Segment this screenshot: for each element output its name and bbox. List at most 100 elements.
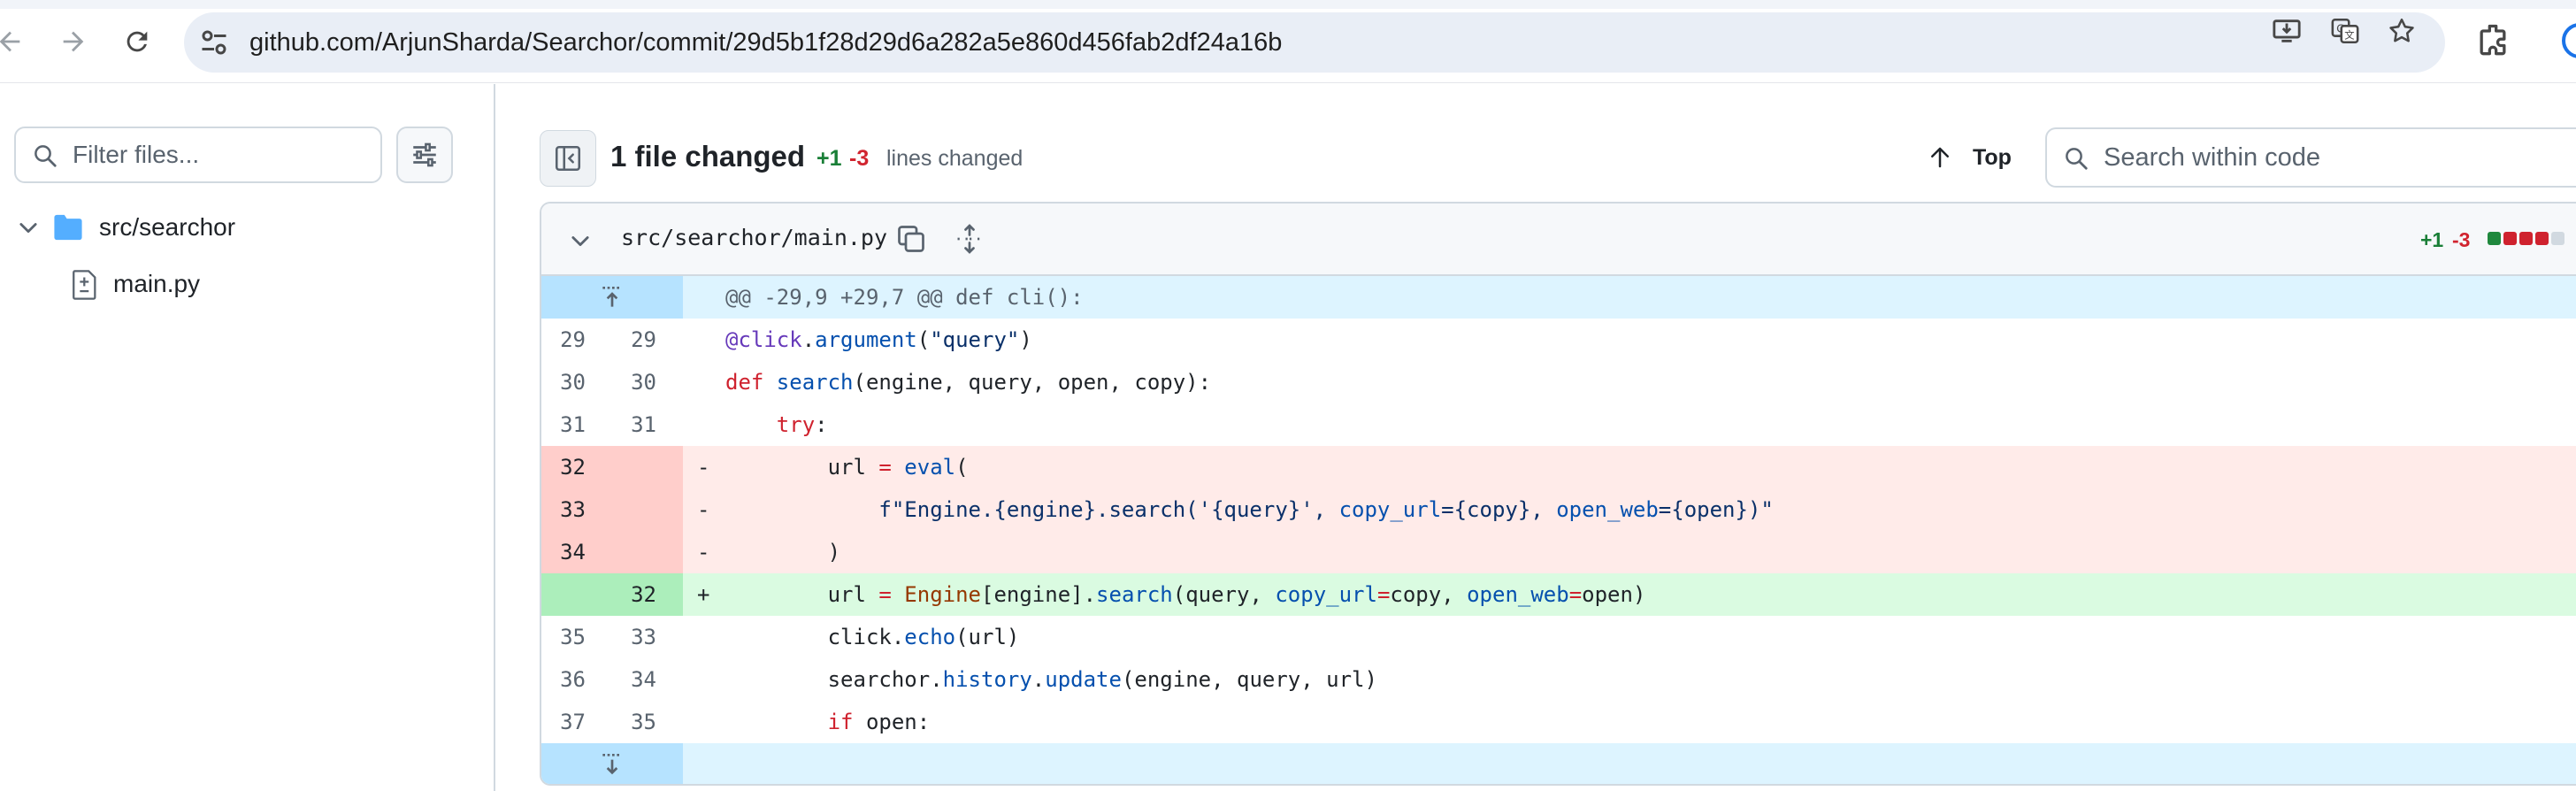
search-code-input[interactable] [2104,129,2564,186]
code-token: copy, [1390,582,1468,607]
diffstat-bar [2488,232,2564,245]
new-line-number[interactable]: 34 [612,658,683,701]
translate-icon: G 文 [2331,18,2359,44]
diff-row-deletion: 32 - url = eval( [541,446,2576,488]
install-app-button[interactable] [2270,14,2304,48]
diffstat-square [2535,232,2549,245]
reload-button[interactable] [117,21,157,62]
code-token: (engine, query, url) [1121,667,1377,692]
back-button[interactable] [0,21,30,62]
expand-down-gutter[interactable] [541,743,683,784]
code-token: search [1096,582,1173,607]
bookmark-button[interactable] [2385,14,2419,48]
new-line-number[interactable]: 32 [612,573,683,616]
code-token: searchor. [725,667,943,692]
old-line-number[interactable]: 37 [541,701,612,743]
expand-all-icon[interactable] [954,223,985,255]
code-token: argument [815,327,917,352]
code-token: . [801,327,816,352]
scroll-top-button[interactable]: Top [1927,134,2012,180]
code-token: "query" [930,327,1020,352]
bookmark-star-icon [2389,18,2414,42]
old-line-number[interactable]: 30 [541,361,612,403]
code-token: ) [725,540,841,564]
browser-toolbar: github.com/ArjunSharda/Searchor/commit/2… [0,0,2576,83]
address-bar[interactable]: github.com/ArjunSharda/Searchor/commit/2… [184,12,2445,73]
file-additions: +1 [2420,228,2444,251]
diff-table: @@ -29,9 +29,7 @@ def cli(): 29 29 @click.… [541,276,2576,784]
new-line-number[interactable]: 35 [612,701,683,743]
diffstat-square [2519,232,2533,245]
diff-marker: + [697,582,710,607]
tab-strip-edge [0,0,2576,9]
file-filter-settings-button[interactable] [396,127,453,183]
old-line-number[interactable]: 34 [541,531,612,573]
code-line: ) [725,531,840,573]
new-line-number[interactable]: 33 [612,616,683,658]
expand-up-gutter[interactable] [541,276,683,319]
code-token: open: [853,710,931,734]
file-name: main.py [113,270,201,297]
old-line-number[interactable]: 31 [541,403,612,446]
new-line-number[interactable] [612,446,683,488]
new-line-number[interactable]: 30 [612,361,683,403]
sidebar-collapse-icon [555,145,581,172]
url-text[interactable]: github.com/ArjunSharda/Searchor/commit/2… [249,12,1282,73]
extensions-button[interactable] [2473,21,2512,60]
translate-button[interactable]: G 文 [2328,14,2362,48]
expand-down-icon[interactable] [598,750,626,779]
search-icon [34,145,57,167]
new-line-number[interactable]: 29 [612,319,683,361]
toggle-file-tree-button[interactable] [540,130,596,187]
code-line: url = eval( [725,446,969,488]
new-line-number[interactable]: 31 [612,403,683,446]
diff-file-path[interactable]: src/searchor/main.py [621,225,887,250]
code-line: click.echo(url) [725,616,1020,658]
tree-folder-row[interactable]: src/searchor [0,203,495,252]
tree-file-row[interactable]: main.py [0,259,495,309]
code-token: try [776,412,816,437]
diff-marker: - [697,497,710,522]
chevron-down-icon[interactable] [16,215,41,240]
code-token: ={open})" [1658,497,1774,522]
code-token: copy_url [1338,497,1442,522]
old-line-number[interactable]: 32 [541,446,612,488]
diffstat-square [2551,232,2564,245]
diff-row-context: 30 30 def search(engine, query, open, copy… [541,361,2576,403]
code-token: open_web [1467,582,1569,607]
chevron-down-icon[interactable] [568,228,593,253]
code-line: url = Engine[engine].search(query, copy_… [725,573,1646,616]
lines-changed-label: lines changed [886,146,1024,171]
code-token: url [725,455,879,480]
old-line-number[interactable]: 29 [541,319,612,361]
code-token: open_web [1556,497,1659,522]
new-line-number[interactable] [612,531,683,573]
filter-files-input[interactable] [73,128,373,181]
search-code-field[interactable] [2045,127,2576,188]
hunk-header-row: @@ -29,9 +29,7 @@ def cli(): [541,276,2576,319]
diff-row-context: 37 35 if open: [541,701,2576,743]
code-token: open) [1582,582,1646,607]
code-token: (query, [1172,582,1276,607]
old-line-number[interactable]: 33 [541,488,612,531]
old-line-number[interactable] [541,573,612,616]
files-changed-title: 1 file changed [610,140,806,173]
new-line-number[interactable] [612,488,683,531]
profile-avatar[interactable] [2562,23,2576,58]
folder-name: src/searchor [99,213,236,241]
code-token: ) [1019,327,1032,352]
code-token: search [776,370,854,395]
copy-icon[interactable] [895,223,927,255]
expand-up-icon[interactable] [598,283,626,311]
total-additions: +1 [816,146,842,171]
forward-button[interactable] [53,21,94,62]
diff-row-deletion: 33 - f"Engine.{engine}.search('{query}', … [541,488,2576,531]
install-app-icon [2273,19,2301,42]
code-token: [engine]. [981,582,1097,607]
filter-files-field[interactable] [14,127,382,183]
old-line-number[interactable]: 35 [541,616,612,658]
site-settings-icon[interactable] [198,27,230,58]
old-line-number[interactable]: 36 [541,658,612,701]
